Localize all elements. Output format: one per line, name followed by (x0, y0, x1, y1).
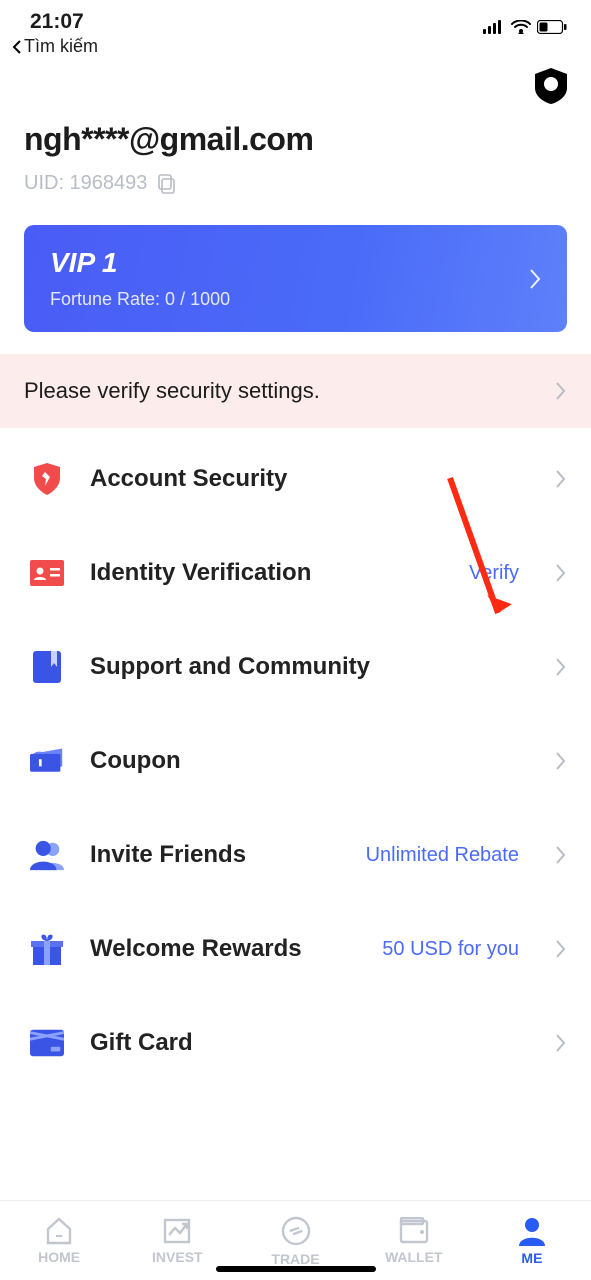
uid-label: UID: 1968493 (24, 172, 147, 195)
profile-section: ngh****@gmail.com UID: 1968493 (0, 57, 591, 195)
home-indicator[interactable] (216, 1266, 376, 1272)
shield-icon (30, 462, 64, 496)
chevron-right-icon (555, 469, 567, 489)
back-caret-icon (12, 40, 22, 54)
menu-welcome-rewards[interactable]: Welcome Rewards 50 USD for you (0, 902, 591, 996)
chevron-right-icon (555, 657, 567, 677)
battery-icon (537, 20, 567, 34)
menu-label: Support and Community (90, 653, 493, 681)
menu-support-community[interactable]: Support and Community (0, 620, 591, 714)
menu-identity-verification[interactable]: Identity Verification Verify (0, 526, 591, 620)
vip-subtitle: Fortune Rate: 0 / 1000 (50, 289, 230, 310)
tab-label: INVEST (152, 1249, 203, 1265)
person-icon (517, 1216, 547, 1246)
menu-label: Identity Verification (90, 559, 443, 587)
menu-account-security[interactable]: Account Security (0, 432, 591, 526)
vip-title: VIP 1 (50, 247, 230, 279)
menu-gift-card[interactable]: Gift Card (0, 996, 591, 1090)
menu-coupon[interactable]: Coupon (0, 714, 591, 808)
status-time: 21:07 (30, 10, 84, 34)
user-email: ngh****@gmail.com (24, 121, 567, 158)
copy-icon (157, 174, 177, 194)
menu-list: Account Security Identity Verification V… (0, 428, 591, 1090)
status-bar: 21:07 (0, 0, 591, 34)
chevron-right-icon (555, 1033, 567, 1053)
vip-card[interactable]: VIP 1 Fortune Rate: 0 / 1000 (24, 225, 567, 332)
tab-label: ME (521, 1250, 542, 1266)
coupon-icon (30, 744, 64, 778)
menu-right-text: Verify (469, 562, 529, 585)
back-to-search[interactable]: Tìm kiếm (0, 34, 591, 57)
uid-row[interactable]: UID: 1968493 (24, 172, 567, 195)
security-alert-banner[interactable]: Please verify security settings. (0, 354, 591, 428)
chevron-right-icon (555, 381, 567, 401)
tab-me[interactable]: ME (473, 1201, 591, 1280)
menu-right-text: Unlimited Rebate (366, 844, 529, 867)
wifi-icon (511, 20, 531, 34)
menu-right-text: 50 USD for you (382, 938, 529, 961)
alert-text: Please verify security settings. (24, 378, 320, 404)
bookmark-icon (30, 650, 64, 684)
person-icon (30, 838, 64, 872)
chevron-right-icon (529, 268, 541, 290)
trade-icon (280, 1215, 312, 1247)
invest-icon (162, 1217, 192, 1245)
gift-icon (30, 932, 64, 966)
menu-invite-friends[interactable]: Invite Friends Unlimited Rebate (0, 808, 591, 902)
chevron-right-icon (555, 563, 567, 583)
tab-label: HOME (38, 1249, 80, 1265)
scroll-fade (0, 1160, 591, 1200)
menu-label: Invite Friends (90, 841, 340, 869)
menu-label: Gift Card (90, 1029, 493, 1057)
menu-label: Welcome Rewards (90, 935, 356, 963)
chevron-right-icon (555, 939, 567, 959)
home-icon (44, 1217, 74, 1245)
menu-label: Coupon (90, 747, 493, 775)
id-card-icon (30, 556, 64, 590)
menu-label: Account Security (90, 465, 493, 493)
tab-label: TRADE (271, 1251, 319, 1267)
cellular-icon (483, 20, 505, 34)
tab-home[interactable]: HOME (0, 1201, 118, 1280)
status-indicators (483, 20, 567, 34)
back-label: Tìm kiếm (24, 36, 98, 57)
chevron-right-icon (555, 845, 567, 865)
tab-label: WALLET (385, 1249, 443, 1265)
chevron-right-icon (555, 751, 567, 771)
gift-card-icon (30, 1026, 64, 1060)
wallet-icon (398, 1217, 430, 1245)
